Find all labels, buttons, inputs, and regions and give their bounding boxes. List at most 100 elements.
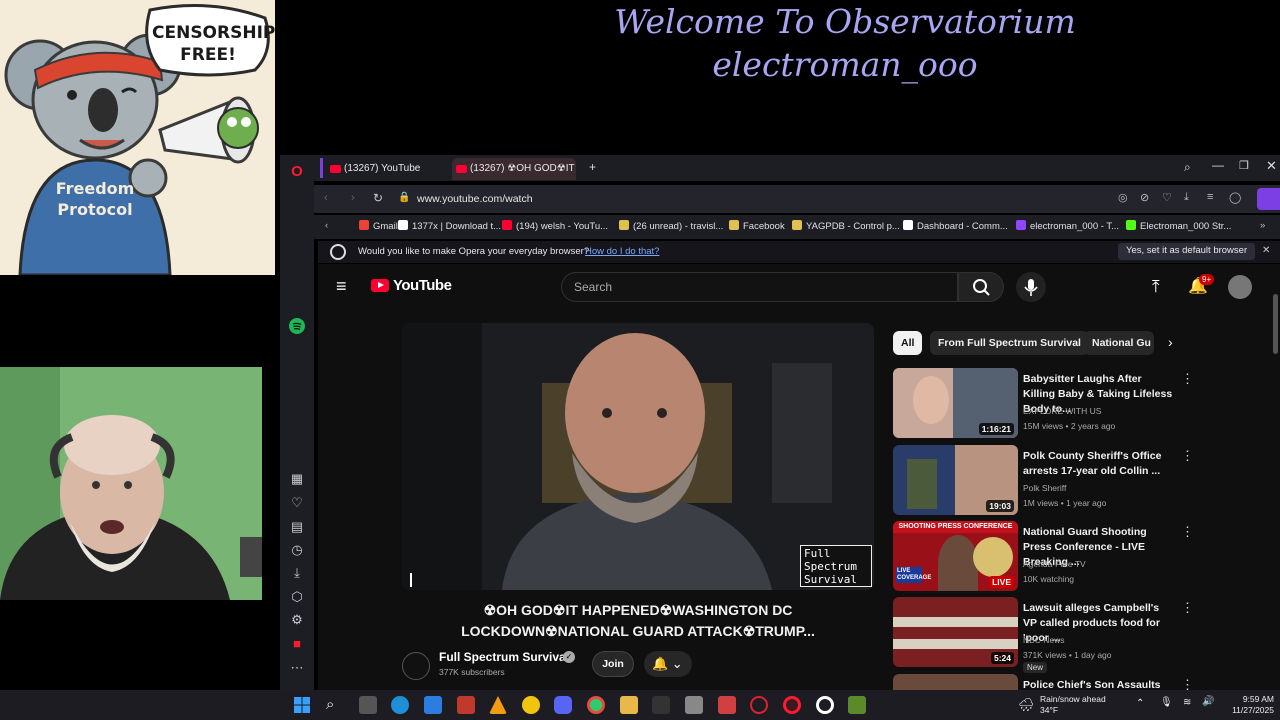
notice-help-link[interactable]: How do I do that? [585, 246, 659, 257]
more-options-icon[interactable]: ⋮ [1181, 601, 1194, 614]
set-default-button[interactable]: Yes, set it as default browser [1118, 243, 1256, 260]
channel-avatar[interactable] [402, 652, 430, 680]
vlc-icon[interactable] [489, 696, 507, 714]
tab-search-icon[interactable]: ⌕ [1184, 160, 1191, 175]
obs-icon[interactable] [652, 696, 670, 714]
video-player[interactable]: Full Spectrum Survival [402, 323, 874, 590]
opera-gx-icon[interactable] [750, 696, 768, 714]
search-button[interactable] [958, 272, 1004, 302]
bookmark-kick[interactable]: Electroman_000 Str... [1126, 220, 1231, 232]
live-badge: LIVE [989, 576, 1014, 588]
bookmark-label: electroman_000 - T... [1030, 221, 1120, 232]
opera-alt-icon[interactable] [816, 696, 834, 714]
youtube-page: ≡ YouTube Search ⤒ 🔔 9+ Full Spectrum Su… [318, 264, 1280, 690]
download-icon[interactable]: ⤓ [1184, 191, 1189, 204]
favorite-heart-icon[interactable]: ♡ [1162, 191, 1172, 204]
microphone-icon[interactable]: 🎙 [1160, 697, 1173, 708]
edge-icon[interactable] [391, 696, 409, 714]
bookmark-yagpdb[interactable]: YAGPDB - Control p... [792, 220, 900, 232]
opera-icon[interactable] [783, 696, 801, 714]
recommended-video[interactable]: Police Chief's Son Assaults ⋮ [893, 674, 1194, 690]
new-tab-plus-icon[interactable]: + [586, 161, 599, 174]
voice-search-button[interactable] [1016, 272, 1046, 302]
chip-all[interactable]: All [893, 331, 923, 355]
chip-from-channel[interactable]: From Full Spectrum Survival [930, 331, 1089, 355]
settings-gear-icon[interactable]: ⚙ [288, 611, 306, 629]
bookmark-unread[interactable]: (26 unread) - travisl... [619, 220, 723, 232]
avatar[interactable] [1228, 275, 1252, 299]
more-options-icon[interactable]: ⋮ [1181, 372, 1194, 385]
opera-logo-icon[interactable]: O [288, 163, 306, 181]
clock[interactable]: 9:59 AM 11/27/2025 [1222, 694, 1274, 716]
bookmark-1377x[interactable]: 1377x | Download t... [398, 220, 501, 232]
chips-next-icon[interactable]: › [1168, 334, 1173, 350]
subscribed-bell-button[interactable]: 🔔 ⌄ [644, 651, 692, 677]
snapshot-icon[interactable]: ◎ [1118, 191, 1128, 204]
tray-chevron-icon[interactable]: ⌃ [1136, 698, 1144, 709]
join-button[interactable]: Join [592, 651, 634, 677]
hamburger-menu-icon[interactable]: ≡ [336, 277, 347, 295]
reload-icon[interactable]: ↻ [373, 191, 383, 205]
weather-widget[interactable]: Rain/snow ahead 34°F [1040, 694, 1106, 716]
page-scrollbar[interactable] [1273, 294, 1278, 354]
tab-youtube-home[interactable]: (13267) YouTube [326, 158, 451, 180]
volume-icon[interactable]: 🔊 [1202, 696, 1214, 707]
chrome-icon[interactable] [587, 696, 605, 714]
back-icon[interactable]: ‹ [324, 192, 328, 204]
record-icon[interactable]: ■ [288, 635, 306, 653]
downloads-icon[interactable]: ⤓ [288, 564, 306, 582]
task-view-icon[interactable] [359, 696, 377, 714]
app-icon[interactable] [457, 696, 475, 714]
speed-dial-icon[interactable]: ▦ [288, 470, 306, 488]
app-icon[interactable] [685, 696, 703, 714]
windows-start-icon[interactable] [293, 696, 311, 714]
maximize-icon[interactable]: ❐ [1239, 159, 1249, 172]
spotify-icon[interactable] [288, 317, 306, 335]
youtube-logo-text[interactable]: YouTube [393, 277, 452, 294]
url-field[interactable]: www.youtube.com/watch [417, 193, 533, 205]
app-icon[interactable] [718, 696, 736, 714]
youtube-logo-icon[interactable] [371, 279, 389, 292]
tab-current-video[interactable]: (13267) ☢OH GOD☢IT [452, 158, 576, 180]
bookmarks-heart-icon[interactable]: ♡ [288, 494, 306, 512]
bookmarks-back-icon[interactable]: ‹ [325, 220, 328, 231]
recommended-video[interactable]: 5:24 Lawsuit alleges Campbell's VP calle… [893, 597, 1194, 673]
notice-close-icon[interactable]: ✕ [1262, 245, 1270, 256]
news-icon[interactable]: ▤ [288, 518, 306, 536]
wifi-icon[interactable]: ≋ [1183, 697, 1191, 708]
search-icon[interactable]: ⌕ [326, 696, 344, 714]
bookmark-dashboard[interactable]: Dashboard - Comm... [903, 220, 1008, 232]
more-options-icon[interactable]: ⋮ [1181, 449, 1194, 462]
channel-name[interactable]: Full Spectrum Survival [439, 650, 569, 664]
clock-date: 11/27/2025 [1232, 705, 1274, 715]
bookmark-youtube-welsh[interactable]: (194) welsh - YouTu... [502, 220, 608, 232]
bookmark-twitch[interactable]: electroman_000 - T... [1016, 220, 1119, 232]
history-icon[interactable]: ◷ [288, 541, 306, 559]
bookmark-gmail[interactable]: Gmail [359, 220, 398, 232]
profile-icon[interactable]: ◯ [1229, 191, 1241, 204]
more-icon[interactable]: ⋯ [288, 659, 306, 677]
tab-label: (13267) ☢OH GOD☢IT [470, 163, 575, 174]
upload-icon[interactable]: ⤒ [1152, 277, 1160, 297]
discord-icon[interactable] [554, 696, 572, 714]
chip-national-guard[interactable]: National Gu [1084, 331, 1154, 355]
app-green-icon[interactable] [848, 696, 866, 714]
app-yellow-icon[interactable] [522, 696, 540, 714]
search-input[interactable]: Search [561, 272, 958, 302]
extensions-box-icon[interactable] [1257, 188, 1280, 210]
bookmarks-more-icon[interactable]: » [1260, 220, 1265, 231]
store-icon[interactable] [424, 696, 442, 714]
forward-icon[interactable]: › [351, 192, 355, 204]
close-window-icon[interactable]: ✕ [1266, 158, 1277, 174]
adblock-icon[interactable]: ⊘ [1140, 191, 1149, 204]
bookmark-facebook[interactable]: Facebook [729, 220, 785, 232]
more-options-icon[interactable]: ⋮ [1181, 678, 1194, 690]
recommended-video[interactable]: SHOOTING PRESS CONFERENCE LIVE COVERAGE … [893, 521, 1194, 591]
extensions-icon[interactable]: ⬡ [288, 588, 306, 606]
file-explorer-icon[interactable] [620, 696, 638, 714]
minimize-icon[interactable]: — [1212, 158, 1224, 172]
recommended-video[interactable]: 1:16:21 Babysitter Laughs After Killing … [893, 368, 1194, 438]
menu-list-icon[interactable]: ≡ [1207, 191, 1213, 203]
recommended-video[interactable]: 19:03 Polk County Sheriff's Office arres… [893, 445, 1194, 515]
more-options-icon[interactable]: ⋮ [1181, 525, 1194, 538]
